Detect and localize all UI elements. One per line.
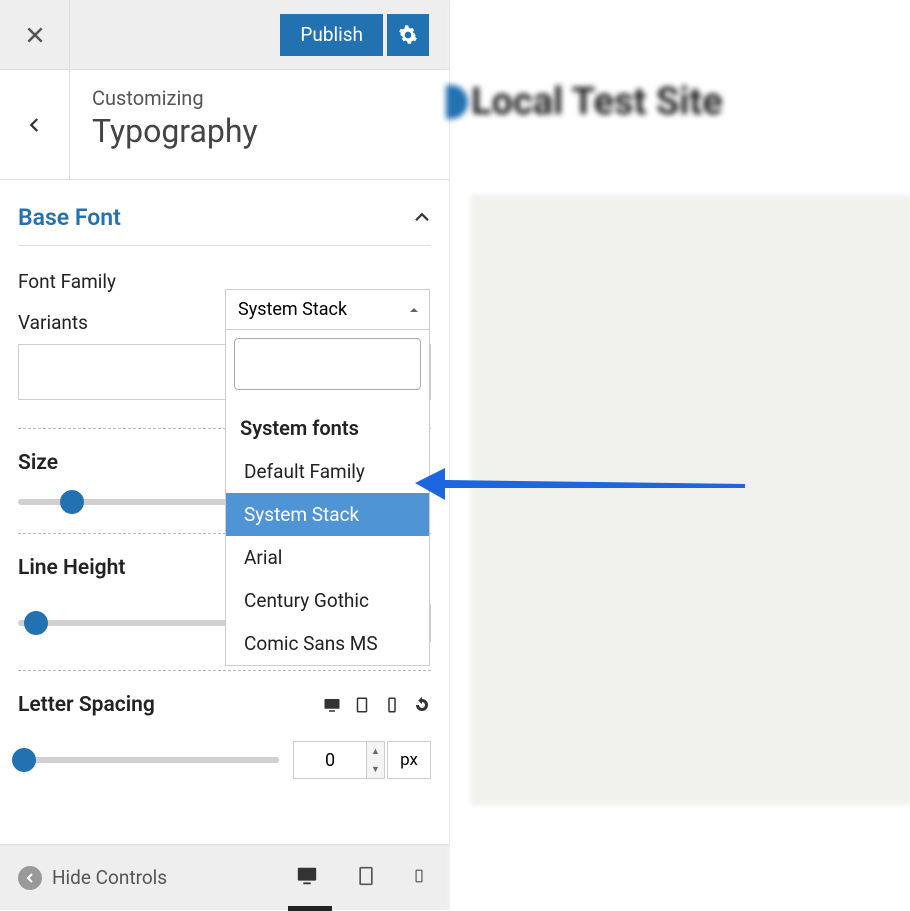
publish-settings-button[interactable]: [387, 14, 429, 56]
chevron-up-icon: [413, 209, 431, 227]
preview-desktop-button[interactable]: [294, 865, 320, 891]
slider-thumb[interactable]: [12, 748, 36, 772]
letter-spacing-input[interactable]: 0: [293, 741, 367, 779]
desktop-icon: [294, 865, 320, 887]
font-family-dropdown: System Stack System fonts Default Family…: [225, 289, 430, 666]
preview-tablet-button[interactable]: [356, 864, 376, 892]
desktop-icon[interactable]: [323, 696, 341, 714]
letter-spacing-unit[interactable]: px: [387, 741, 431, 779]
dropdown-selected-label: System Stack: [238, 299, 347, 320]
gear-icon: [398, 25, 418, 45]
dropdown-option[interactable]: Default Family: [226, 450, 429, 493]
dropdown-selected[interactable]: System Stack: [226, 290, 429, 330]
dropdown-option[interactable]: Comic Sans MS: [226, 622, 429, 665]
slider-thumb[interactable]: [24, 611, 48, 635]
close-button[interactable]: [0, 0, 70, 70]
close-icon: [25, 25, 45, 45]
site-preview: Local Test Site: [451, 0, 910, 910]
accordion-base-font[interactable]: Base Font: [18, 180, 431, 246]
dropdown-option[interactable]: Century Gothic: [226, 579, 429, 622]
preview-mobile-button[interactable]: [412, 864, 426, 892]
page-title: Typography: [92, 112, 258, 150]
section-header: Customizing Typography: [0, 70, 449, 180]
line-height-label: Line Height: [18, 556, 125, 580]
dropdown-option[interactable]: Arial: [226, 536, 429, 579]
mobile-icon: [412, 864, 426, 888]
slider-thumb[interactable]: [60, 490, 84, 514]
dropdown-group-label: System fonts: [226, 398, 429, 450]
mobile-icon[interactable]: [383, 696, 401, 714]
accordion-label: Base Font: [18, 204, 121, 231]
reset-icon[interactable]: [413, 696, 431, 714]
letter-spacing-stepper[interactable]: ▲▼: [367, 741, 385, 779]
hide-controls-label: Hide Controls: [52, 866, 167, 889]
hide-controls-button[interactable]: Hide Controls: [18, 866, 280, 890]
breadcrumb: Customizing: [92, 86, 258, 110]
caret-up-icon: [409, 305, 419, 315]
dropdown-search-input[interactable]: [234, 338, 421, 390]
tablet-icon: [356, 864, 376, 888]
letter-spacing-slider[interactable]: [18, 757, 279, 763]
size-label: Size: [18, 451, 58, 475]
customizer-topbar: Publish: [0, 0, 449, 70]
collapse-icon: [25, 873, 35, 883]
variants-label: Variants: [18, 311, 228, 334]
publish-button[interactable]: Publish: [280, 14, 383, 56]
tablet-icon[interactable]: [353, 696, 371, 714]
dropdown-option[interactable]: System Stack: [226, 493, 429, 536]
bottom-bar: Hide Controls: [0, 844, 450, 910]
chevron-left-icon: [26, 116, 44, 134]
back-button[interactable]: [0, 70, 70, 179]
letter-spacing-label: Letter Spacing: [18, 693, 155, 717]
preview-site-title: Local Test Site: [471, 80, 723, 124]
